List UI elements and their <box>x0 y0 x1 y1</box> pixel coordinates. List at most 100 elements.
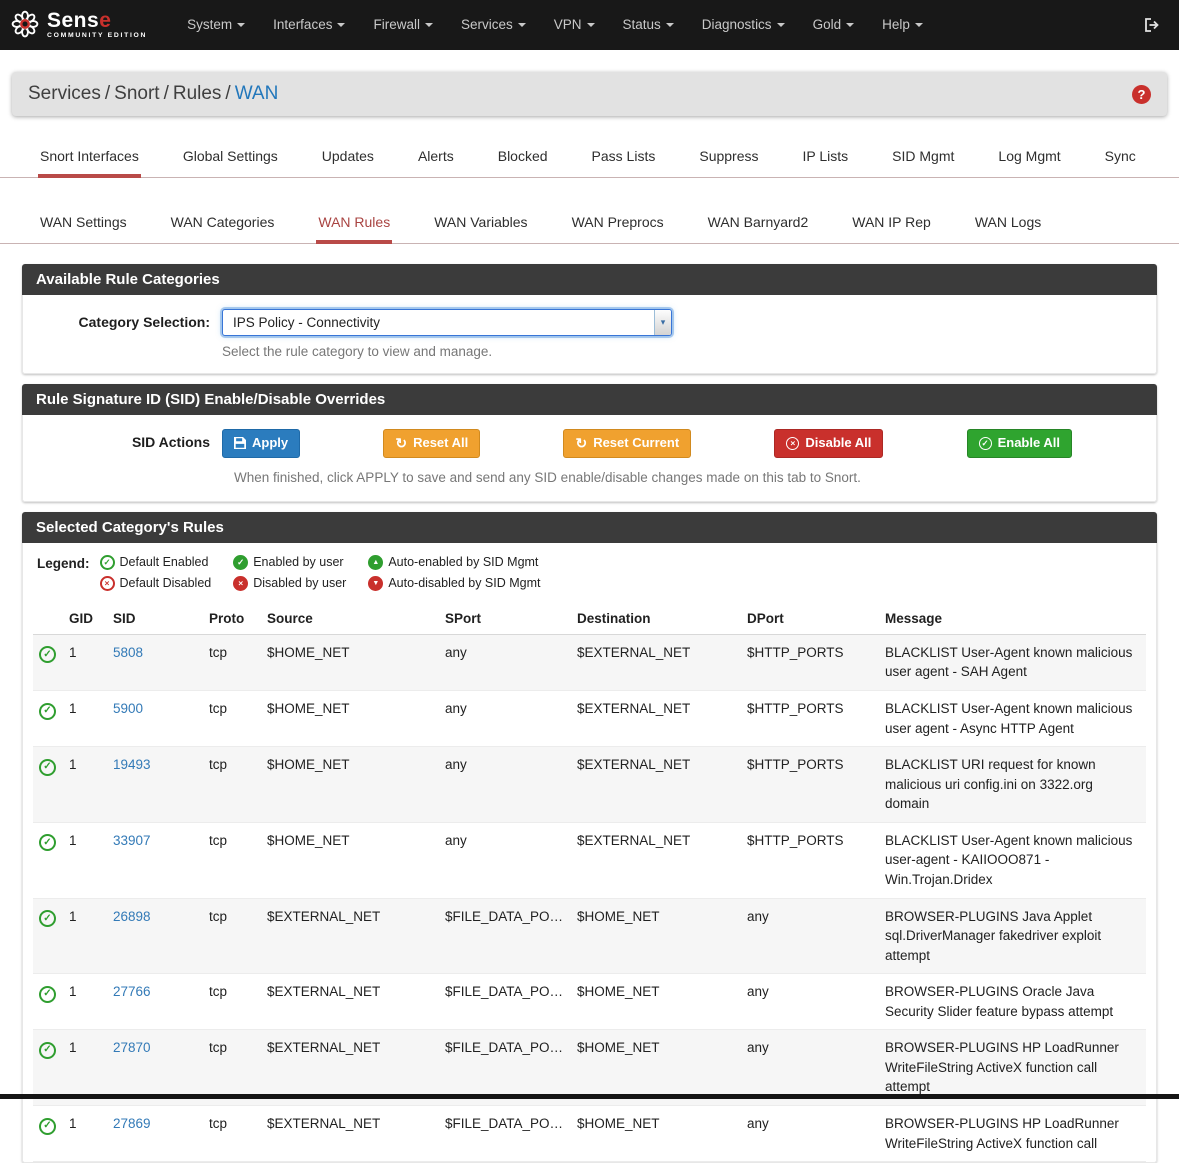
button-label: Reset Current <box>593 435 679 452</box>
sport-cell: any <box>439 691 571 747</box>
sid-link[interactable]: 5900 <box>113 701 143 716</box>
rule-enabled-icon[interactable]: ✓ <box>39 703 56 720</box>
rules-legend: Legend: ✓Default Enabled✓Enabled by user… <box>33 553 1146 599</box>
tab-wan-categories[interactable]: WAN Categories <box>169 202 277 244</box>
column-header-dport: DPort <box>741 603 879 635</box>
tab-updates[interactable]: Updates <box>320 136 376 178</box>
sid-cell: 5808 <box>107 634 203 690</box>
legend-item-auto-enabled-by-sid-mgmt: ▲Auto-enabled by SID Mgmt <box>368 555 540 570</box>
cross-outline-red: × <box>100 576 115 591</box>
gid-cell: 1 <box>63 691 107 747</box>
sport-cell: any <box>439 634 571 690</box>
tab-wan-ip-rep[interactable]: WAN IP Rep <box>850 202 933 244</box>
sport-value: any <box>445 643 565 663</box>
breadcrumb-item-snort[interactable]: Snort <box>114 83 159 104</box>
message-cell: BLACKLIST User-Agent known malicious use… <box>879 691 1146 747</box>
nav-item-interfaces[interactable]: Interfaces <box>259 0 359 50</box>
nav-item-vpn[interactable]: VPN <box>540 0 609 50</box>
apply-button[interactable]: Apply <box>222 429 300 458</box>
sign-out-icon[interactable] <box>1143 16 1161 34</box>
rule-enabled-icon[interactable]: ✓ <box>39 1118 56 1135</box>
gid-cell: 1 <box>63 898 107 974</box>
chevron-down-icon <box>846 23 854 27</box>
nav-item-system[interactable]: System <box>173 0 259 50</box>
legend-item-label: Auto-disabled by SID Mgmt <box>388 576 540 590</box>
button-label: Reset All <box>413 435 468 452</box>
sid-link[interactable]: 27766 <box>113 984 151 999</box>
tab-wan-variables[interactable]: WAN Variables <box>432 202 529 244</box>
nav-item-status[interactable]: Status <box>609 0 688 50</box>
message-cell: BLACKLIST User-Agent known malicious use… <box>879 822 1146 898</box>
tab-sync[interactable]: Sync <box>1103 136 1138 178</box>
rule-enabled-icon[interactable]: ✓ <box>39 986 56 1003</box>
breadcrumb-item-wan[interactable]: WAN <box>235 83 279 104</box>
tab-alerts[interactable]: Alerts <box>416 136 456 178</box>
button-label: Disable All <box>805 435 871 452</box>
disable-all-button[interactable]: ×Disable All <box>774 429 883 458</box>
tab-sid-mgmt[interactable]: SID Mgmt <box>890 136 956 178</box>
proto-cell: tcp <box>203 822 261 898</box>
sid-link[interactable]: 27870 <box>113 1040 151 1055</box>
breadcrumb-item-rules[interactable]: Rules <box>173 83 222 104</box>
nav-item-help[interactable]: Help <box>868 0 937 50</box>
sid-overrides-title: Rule Signature ID (SID) Enable/Disable O… <box>22 384 1157 415</box>
column-header-sport: SPort <box>439 603 571 635</box>
rule-enabled-icon[interactable]: ✓ <box>39 1042 56 1059</box>
breadcrumb-item-services[interactable]: Services <box>28 83 101 104</box>
column-header-source: Source <box>261 603 439 635</box>
reset-all-button[interactable]: ↻ Reset All <box>383 429 480 458</box>
table-row: ✓127766tcp$EXTERNAL_NET$FILE_DATA_POR…$H… <box>33 974 1146 1030</box>
chevron-down-icon <box>518 23 526 27</box>
nav-item-diagnostics[interactable]: Diagnostics <box>688 0 799 50</box>
destination-cell: $HOME_NET <box>571 974 741 1030</box>
tab-ip-lists[interactable]: IP Lists <box>801 136 851 178</box>
rule-enabled-icon[interactable]: ✓ <box>39 834 56 851</box>
tab-blocked[interactable]: Blocked <box>496 136 550 178</box>
tab-wan-logs[interactable]: WAN Logs <box>973 202 1043 244</box>
tab-wan-barnyard2[interactable]: WAN Barnyard2 <box>706 202 811 244</box>
source-cell: $HOME_NET <box>261 747 439 823</box>
tab-wan-settings[interactable]: WAN Settings <box>38 202 129 244</box>
rule-enabled-icon[interactable]: ✓ <box>39 759 56 776</box>
tab-wan-rules[interactable]: WAN Rules <box>316 202 392 244</box>
sid-cell: 33907 <box>107 822 203 898</box>
rule-enabled-icon[interactable]: ✓ <box>39 910 56 927</box>
tab-pass-lists[interactable]: Pass Lists <box>590 136 658 178</box>
nav-item-services[interactable]: Services <box>447 0 540 50</box>
table-row: ✓15900tcp$HOME_NETany$EXTERNAL_NET$HTTP_… <box>33 691 1146 747</box>
sid-link[interactable]: 5808 <box>113 645 143 660</box>
help-icon[interactable]: ? <box>1132 85 1151 104</box>
nav-item-gold[interactable]: Gold <box>799 0 869 50</box>
legend-item-label: Default Enabled <box>120 555 209 569</box>
gid-cell: 1 <box>63 822 107 898</box>
enable-all-button[interactable]: ✓Enable All <box>967 429 1072 458</box>
sid-link[interactable]: 26898 <box>113 909 151 924</box>
message-cell: BLACKLIST User-Agent known malicious use… <box>879 634 1146 690</box>
chevron-down-icon <box>915 23 923 27</box>
nav-item-firewall[interactable]: Firewall <box>359 0 447 50</box>
sid-link[interactable]: 19493 <box>113 757 151 772</box>
sid-link[interactable]: 27869 <box>113 1116 151 1131</box>
legend-item-enabled-by-user: ✓Enabled by user <box>233 555 346 570</box>
wan-tabs: WAN Settings WAN Categories WAN Rules WAN V… <box>0 202 1179 244</box>
tab-snort-interfaces[interactable]: Snort Interfaces <box>38 136 141 178</box>
proto-cell: tcp <box>203 691 261 747</box>
refresh-icon: ↻ <box>395 436 407 450</box>
sid-overrides-panel: Rule Signature ID (SID) Enable/Disable O… <box>22 384 1157 502</box>
tab-wan-preprocs[interactable]: WAN Preprocs <box>570 202 666 244</box>
tab-suppress[interactable]: Suppress <box>697 136 760 178</box>
tab-global-settings[interactable]: Global Settings <box>181 136 280 178</box>
pfsense-logo[interactable]: Sense COMMUNITY EDITION <box>10 9 147 42</box>
reset-current-button[interactable]: ↻Reset Current <box>563 429 691 458</box>
sid-link[interactable]: 33907 <box>113 833 151 848</box>
save-icon <box>234 437 246 449</box>
column-header-proto: Proto <box>203 603 261 635</box>
sid-cell: 26898 <box>107 898 203 974</box>
proto-cell: tcp <box>203 634 261 690</box>
category-select[interactable]: IPS Policy - Connectivity ▾ <box>222 309 672 336</box>
gid-cell: 1 <box>63 747 107 823</box>
dport-cell: $HTTP_PORTS <box>741 691 879 747</box>
source-cell: $EXTERNAL_NET <box>261 1106 439 1162</box>
tab-log-mgmt[interactable]: Log Mgmt <box>996 136 1062 178</box>
rule-enabled-icon[interactable]: ✓ <box>39 646 56 663</box>
